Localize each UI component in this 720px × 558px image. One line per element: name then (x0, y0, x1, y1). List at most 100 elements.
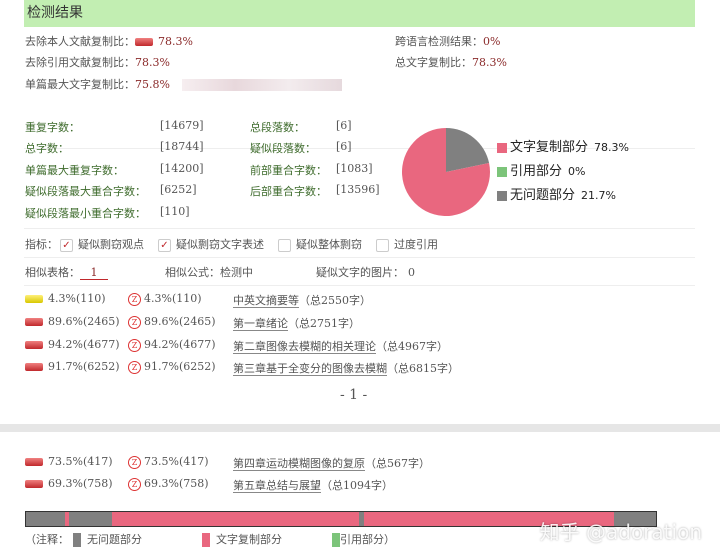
z-mark-icon: Z (128, 292, 141, 306)
chapter-item: 第三章基于全变分的图像去模糊（总6815字） (233, 360, 459, 376)
z-mark-icon: Z (128, 338, 141, 352)
chapter-ratio-excl: Z 91.7%(6252) (128, 360, 216, 374)
pie-legend-item: 文字复制部分 78.3% (497, 136, 629, 155)
ref-swatch-icon (332, 533, 340, 547)
stat-value: [13596] (336, 183, 380, 196)
chapter-ratio: 69.3%(758) (25, 477, 113, 490)
ratio-text: 73.5%(417) (144, 455, 209, 468)
stat-value: [6] (336, 140, 352, 153)
indicator-label: 疑似整体剽窃 (296, 238, 362, 251)
legend-swatch-icon (497, 142, 507, 153)
page-number: - 1 - (340, 387, 368, 403)
ratio-text: 89.6%(2465) (48, 315, 120, 328)
stat-label: 单篇最大重复字数： (25, 164, 124, 177)
ratio-text: 89.6%(2465) (144, 315, 216, 328)
chapter-link[interactable]: 第五章总结与展望 (233, 479, 321, 493)
pie-legend-item: 无问题部分 21.7% (497, 184, 616, 203)
indicator-checkbox[interactable]: 过度引用 (376, 238, 438, 252)
chapter-item: 第一章绪论（总2751字） (233, 315, 360, 331)
divider (24, 228, 695, 229)
chapter-total: （总6815字） (387, 362, 459, 375)
note-prefix: （注释： (25, 533, 69, 546)
cross-language-result: 跨语言检测结果：0% (395, 33, 500, 49)
similar-table-link[interactable]: 1 (80, 266, 108, 280)
indicator-checkbox[interactable]: ✓ 疑似剽窃观点 (60, 238, 144, 252)
label: 去除本人文献复制比： (25, 35, 135, 48)
stat-value: [14200] (160, 162, 204, 175)
chapter-item: 第五章总结与展望（总1094字） (233, 477, 393, 493)
similar-images: 疑似文字的图片： 0 (316, 264, 415, 280)
checkbox-icon[interactable]: ✓ (158, 238, 171, 252)
ratio-text: 69.3%(758) (144, 477, 209, 490)
legend-value: 21.7% (581, 189, 616, 202)
chapter-link[interactable]: 第四章运动模糊图像的复原 (233, 457, 365, 471)
chapter-item: 第二章图像去模糊的相关理论（总4967字） (233, 338, 448, 354)
chapter-link[interactable]: 第一章绪论 (233, 317, 288, 331)
ratio-text: 4.3%(110) (144, 292, 202, 305)
divider (24, 257, 695, 258)
checkbox-icon[interactable] (278, 238, 291, 252)
page-break (0, 424, 720, 432)
total-copy-ratio: 总文字复制比：78.3% (395, 54, 507, 70)
checkbox-icon[interactable]: ✓ (60, 238, 73, 252)
checkbox-icon[interactable] (376, 238, 389, 252)
indicators-label: 指标： (25, 238, 58, 251)
note-none: 无问题部分 (87, 533, 142, 546)
divider (24, 285, 695, 286)
legend-label: 引用部分 (510, 164, 563, 179)
ratio-bar-icon (135, 38, 153, 46)
label: 疑似文字的图片： (316, 266, 404, 279)
z-mark-icon: Z (128, 477, 141, 491)
chapter-link[interactable]: 第三章基于全变分的图像去模糊 (233, 362, 387, 376)
chapter-ratio: 4.3%(110) (25, 292, 106, 305)
ratio-bar-icon (25, 458, 43, 466)
chapter-total: （总4967字） (376, 340, 448, 353)
stat-label: 前部重合字数： (250, 164, 327, 177)
ratio-text: 91.7%(6252) (48, 360, 120, 373)
label: 相似表格： (25, 266, 80, 279)
legend-label: 无问题部分 (510, 188, 576, 203)
chapter-ratio: 89.6%(2465) (25, 315, 120, 328)
label: 单篇最大文字复制比： (25, 78, 135, 91)
watermark: 知乎 @adoration (539, 520, 702, 544)
ref-excluded-ratio: 去除引用文献复制比：78.3% (25, 54, 170, 70)
indicator-checkbox[interactable]: ✓ 疑似剽窃文字表述 (158, 238, 264, 252)
chapter-ratio: 94.2%(4677) (25, 338, 120, 351)
chapter-link[interactable]: 第二章图像去模糊的相关理论 (233, 340, 376, 354)
none-swatch-icon (73, 533, 81, 547)
chapter-ratio-excl: Z 4.3%(110) (128, 292, 202, 306)
ratio-text: 94.2%(4677) (144, 338, 216, 351)
section-header: 检测结果 (24, 0, 695, 27)
chapter-ratio-excl: Z 73.5%(417) (128, 455, 209, 469)
stat-label: 总段落数： (250, 121, 305, 134)
indicators-row: 指标： ✓ 疑似剽窃观点 ✓ 疑似剽窃文字表述 疑似整体剽窃 过度引用 (25, 236, 438, 252)
legend-value: 0% (568, 165, 586, 178)
chapter-ratio-excl: Z 89.6%(2465) (128, 315, 216, 329)
pie-chart (402, 128, 490, 216)
indicator-label: 疑似剽窃观点 (78, 238, 144, 251)
stat-value: [18744] (160, 140, 204, 153)
label: 跨语言检测结果： (395, 35, 483, 48)
stat-label: 疑似段落数： (250, 142, 316, 155)
segment-none (26, 512, 66, 526)
chapter-item: 第四章运动模糊图像的复原（总567字） (233, 455, 430, 471)
similar-formula: 相似公式：检测中 (165, 264, 253, 280)
chapter-total: （总2550字） (299, 294, 371, 307)
stat-value: [14679] (160, 119, 204, 132)
stat-value: [6] (336, 119, 352, 132)
redacted-source (181, 79, 342, 91)
segment-none (68, 512, 112, 526)
segment-copy (111, 512, 360, 526)
ratio-text: 4.3%(110) (48, 292, 106, 305)
chapter-ratio-excl: Z 94.2%(4677) (128, 338, 216, 352)
indicator-label: 疑似剽窃文字表述 (176, 238, 264, 251)
legend-value: 78.3% (594, 141, 629, 154)
ratio-bar-icon (25, 341, 43, 349)
label: 去除引用文献复制比： (25, 56, 135, 69)
chapter-ratio: 91.7%(6252) (25, 360, 120, 373)
chapter-link[interactable]: 中英文摘要等 (233, 294, 299, 308)
indicator-checkbox[interactable]: 疑似整体剽窃 (278, 238, 362, 252)
ratio-bar-icon (25, 318, 43, 326)
similar-table: 相似表格： 1 (25, 264, 108, 280)
chapter-total: （总1094字） (321, 479, 393, 492)
